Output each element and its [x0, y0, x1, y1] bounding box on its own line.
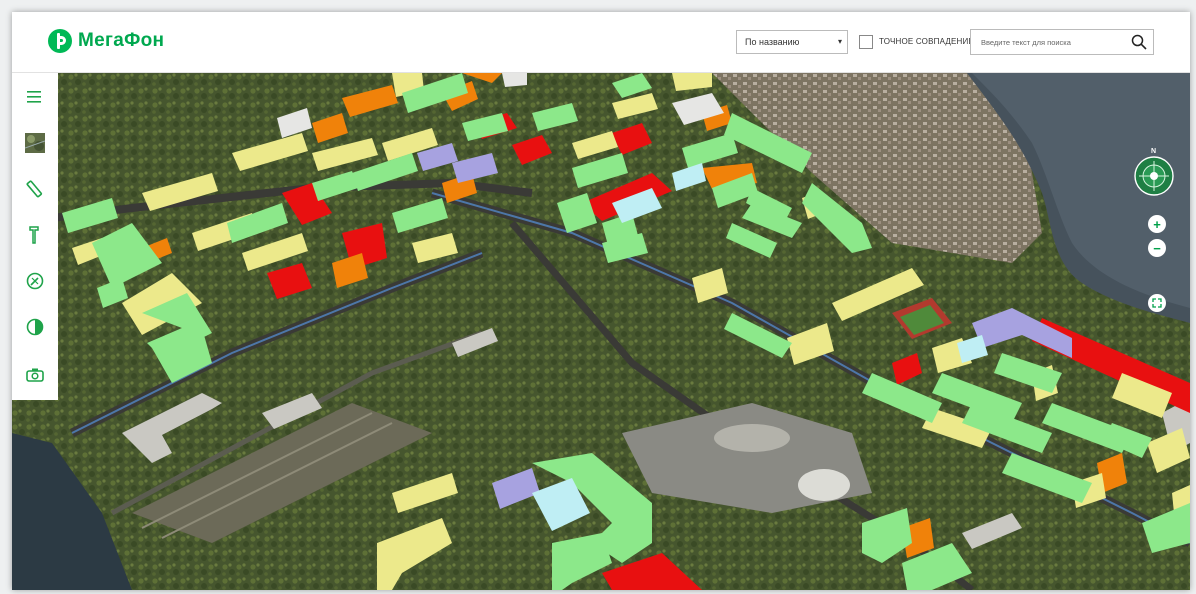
search-input[interactable]: Введите текст для поиска [981, 38, 1071, 47]
exact-match-label: ТОЧНОЕ СОВПАДЕНИЕ [879, 37, 974, 46]
satellite-thumbnail-icon [25, 133, 45, 153]
compass-widget[interactable]: N [1132, 148, 1176, 196]
map-view[interactable] [12, 73, 1190, 590]
left-toolbar [12, 73, 58, 400]
menu-button[interactable] [23, 85, 47, 109]
contrast-button[interactable] [23, 315, 47, 339]
zoom-out-label: − [1153, 240, 1161, 256]
square-fountain [714, 424, 790, 452]
contrast-icon [26, 318, 44, 336]
camera-button[interactable] [23, 363, 47, 387]
ruler-icon [26, 180, 43, 198]
compass-rose-icon [1134, 156, 1174, 196]
sort-select-value: По названию [745, 37, 800, 47]
dropdown-arrow-icon: ▾ [837, 37, 842, 46]
app-frame: МегаФон По названию ▾ ТОЧНОЕ СОВПАДЕНИЕ … [12, 12, 1190, 590]
zoom-in-button[interactable]: + [1148, 215, 1166, 233]
megafon-logo-icon [48, 29, 72, 53]
zoom-out-button[interactable]: − [1148, 239, 1166, 257]
compass-tool-button[interactable] [23, 269, 47, 293]
camera-icon [26, 368, 44, 382]
compass-icon [26, 272, 44, 290]
expand-icon [1152, 298, 1162, 308]
header: МегаФон По названию ▾ ТОЧНОЕ СОВПАДЕНИЕ … [12, 12, 1190, 73]
compass-north-label: N [1151, 148, 1157, 155]
pin-button[interactable] [23, 223, 47, 247]
map-canvas[interactable] [12, 73, 1190, 590]
zoom-in-label: + [1153, 216, 1161, 232]
search-box[interactable]: Введите текст для поиска [970, 29, 1154, 55]
satellite-layer-button[interactable] [23, 131, 47, 155]
exact-match-checkbox[interactable] [859, 35, 873, 49]
fullscreen-button[interactable] [1148, 294, 1166, 312]
rotunda-building [798, 469, 850, 501]
pin-icon [29, 226, 39, 244]
ruler-button[interactable] [23, 177, 47, 201]
brand-logo[interactable]: МегаФон [48, 29, 164, 53]
hamburger-icon [27, 91, 41, 103]
sort-select[interactable]: По названию ▾ [736, 30, 848, 54]
brand-name: МегаФон [78, 30, 165, 51]
magnifier-icon[interactable] [1131, 34, 1147, 50]
